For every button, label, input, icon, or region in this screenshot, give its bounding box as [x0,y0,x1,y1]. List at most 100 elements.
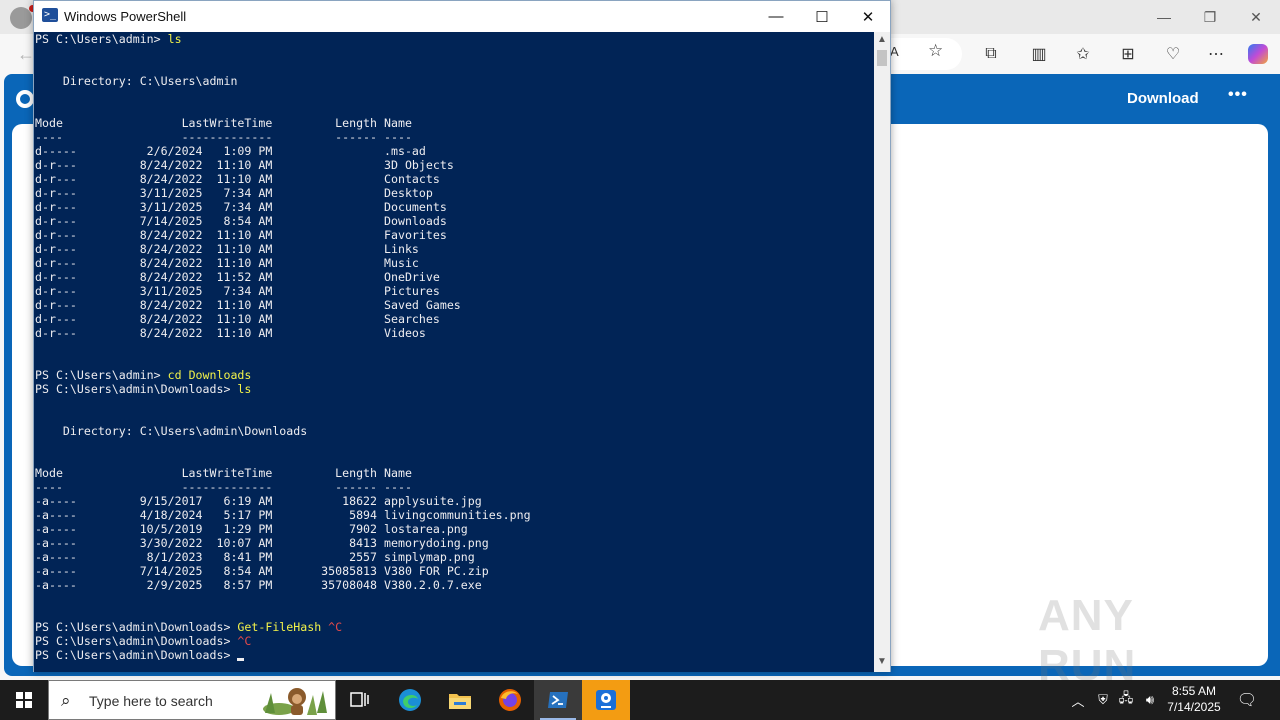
console-line-text: d-r--- 8/24/2022 11:52 AM OneDrive [35,270,440,284]
console-line-text: PS C:\Users\admin\Downloads> [35,648,238,662]
console-line: -a---- 3/30/2022 10:07 AM 8413 memorydoi… [35,536,531,550]
console-line-text: -a---- 2/9/2025 8:57 PM 35708048 V380.2.… [35,578,482,592]
console-line-text: PS C:\Users\admin\Downloads> [35,634,238,648]
browser-essentials-icon[interactable]: ♡ [1162,43,1184,65]
console-command: cd Downloads [167,368,252,382]
console-output[interactable]: PS C:\Users\admin> ls Directory: C:\User… [34,32,874,672]
console-line-text: d-r--- 3/11/2025 7:34 AM Desktop [35,186,433,200]
console-line: d-r--- 8/24/2022 11:10 AM Music [35,256,531,270]
window-title: Windows PowerShell [64,9,187,24]
clock-date: 7/14/2025 [1167,700,1221,714]
file-explorer-icon[interactable] [436,680,484,720]
vertical-scrollbar[interactable]: ▲ ▼ [874,32,890,672]
site-logo-icon[interactable] [16,90,34,108]
console-line-text: d-r--- 8/24/2022 11:10 AM Videos [35,326,426,340]
show-hidden-icons-chevron-icon[interactable]: ︿ [1068,690,1088,710]
scroll-up-icon[interactable]: ▲ [874,34,890,48]
taskbar-search-box[interactable]: ⌕ Type here to search [48,680,336,720]
console-line-text: d----- 2/6/2024 1:09 PM .ms-ad [35,144,426,158]
console-interrupt: ^C [321,620,343,634]
page-more-icon[interactable]: ••• [1228,86,1248,104]
powershell-taskbar-icon[interactable] [534,680,582,720]
text-cursor [237,658,245,661]
powershell-window: >_ Windows PowerShell — ☐ ✕ PS C:\Users\… [33,0,891,672]
scroll-down-icon[interactable]: ▼ [874,656,890,670]
console-line: -a---- 4/18/2024 5:17 PM 5894 livingcomm… [35,508,531,522]
console-line-text: d-r--- 8/24/2022 11:10 AM Saved Games [35,298,461,312]
taskbar-clock[interactable]: 8:55 AM 7/14/2025 [1162,683,1226,715]
console-line: PS C:\Users\admin\Downloads> Get-FileHas… [35,620,531,634]
console-line-text: d-r--- 8/24/2022 11:10 AM 3D Objects [35,158,454,172]
console-line: PS C:\Users\admin\Downloads> ^C [35,634,531,648]
download-link[interactable]: Download [1127,90,1199,107]
console-line-text: -a---- 9/15/2017 6:19 AM 18622 applysuit… [35,494,482,508]
console-line: -a---- 2/9/2025 8:57 PM 35708048 V380.2.… [35,578,531,592]
read-aloud-icon[interactable]: A [890,44,899,59]
collections-icon[interactable]: ⊞ [1117,43,1139,65]
console-line: d----- 2/6/2024 1:09 PM .ms-ad [35,144,531,158]
console-line-text: -a---- 8/1/2023 8:41 PM 2557 simplymap.p… [35,550,475,564]
console-line: -a---- 10/5/2019 1:29 PM 7902 lostarea.p… [35,522,531,536]
console-line-text: PS C:\Users\admin\Downloads> [35,382,238,396]
maps-app-icon[interactable] [582,680,630,720]
console-command: ls [237,382,252,396]
powershell-title-bar[interactable]: >_ Windows PowerShell — ☐ ✕ [34,1,890,32]
copilot-icon[interactable] [1248,44,1268,64]
edge-restore-button[interactable]: ❐ [1187,0,1233,34]
console-line: d-r--- 8/24/2022 11:10 AM Videos [35,326,531,340]
console-line: Mode LastWriteTime Length Name [35,116,531,130]
console-line: PS C:\Users\admin> ls [35,32,531,46]
taskbar: ⌕ Type here to search ︿ ⛨ 🖧 🔊︎ 8:55 AM 7… [0,680,1280,720]
console-line: PS C:\Users\admin\Downloads> ls [35,382,531,396]
console-line-text: Mode LastWriteTime Length Name [35,116,412,130]
task-view-icon[interactable] [336,680,384,720]
console-line: d-r--- 8/24/2022 11:10 AM Searches [35,312,531,326]
console-line: ---- ------------- ------ ---- [35,480,531,494]
console-line-text: d-r--- 3/11/2025 7:34 AM Pictures [35,284,440,298]
notification-center-icon[interactable]: 🗨︎ [1236,689,1258,711]
firefox-icon[interactable] [486,680,534,720]
console-line: PS C:\Users\admin> cd Downloads [35,368,531,382]
volume-icon[interactable]: 🔊︎ [1140,690,1160,710]
start-button[interactable] [0,680,48,720]
console-line: d-r--- 8/24/2022 11:10 AM Contacts [35,172,531,186]
console-line: d-r--- 8/24/2022 11:10 AM Saved Games [35,298,531,312]
console-line: -a---- 9/15/2017 6:19 AM 18622 applysuit… [35,494,531,508]
anyrun-watermark: ANY RUN [1038,591,1137,690]
console-line: PS C:\Users\admin\Downloads> [35,648,531,662]
favorites-icon[interactable]: ✩ [1072,43,1094,65]
search-icon: ⌕ [61,691,71,710]
edge-minimize-button[interactable]: — [1141,0,1187,34]
extensions-icon[interactable]: ⧉ [980,43,1002,65]
security-tray-icon[interactable]: ⛨ [1093,690,1113,710]
console-line: d-r--- 8/24/2022 11:52 AM OneDrive [35,270,531,284]
network-icon[interactable]: 🖧 [1116,690,1136,710]
console-line-text: PS C:\Users\admin> [35,32,168,46]
console-line: Directory: C:\Users\admin\Downloads [35,424,531,438]
console-line-text: Directory: C:\Users\admin [35,74,238,88]
console-line: Directory: C:\Users\admin [35,74,531,88]
maximize-button[interactable]: ☐ [799,1,845,32]
settings-more-icon[interactable]: ⋯ [1205,43,1227,65]
console-line-text: Directory: C:\Users\admin\Downloads [35,424,308,438]
edge-close-button[interactable]: ✕ [1233,0,1279,34]
close-button[interactable]: ✕ [845,1,891,32]
console-line: d-r--- 7/14/2025 8:54 AM Downloads [35,214,531,228]
favorite-star-icon[interactable]: ☆ [928,41,948,61]
console-line: ---- ------------- ------ ---- [35,130,531,144]
minimize-button[interactable]: — [753,1,799,32]
split-screen-icon[interactable]: ▥ [1028,43,1050,65]
console-line-text: Mode LastWriteTime Length Name [35,466,412,480]
console-interrupt: ^C [237,634,252,648]
scroll-thumb[interactable] [877,50,887,66]
edge-taskbar-icon[interactable] [386,680,434,720]
desktop: — ❐ ✕ ← A ☆ ⧉ ▥ ✩ ⊞ ♡ ⋯ Download ••• ANY… [0,0,1280,720]
console-line-text: -a---- 7/14/2025 8:54 AM 35085813 V380 F… [35,564,489,578]
